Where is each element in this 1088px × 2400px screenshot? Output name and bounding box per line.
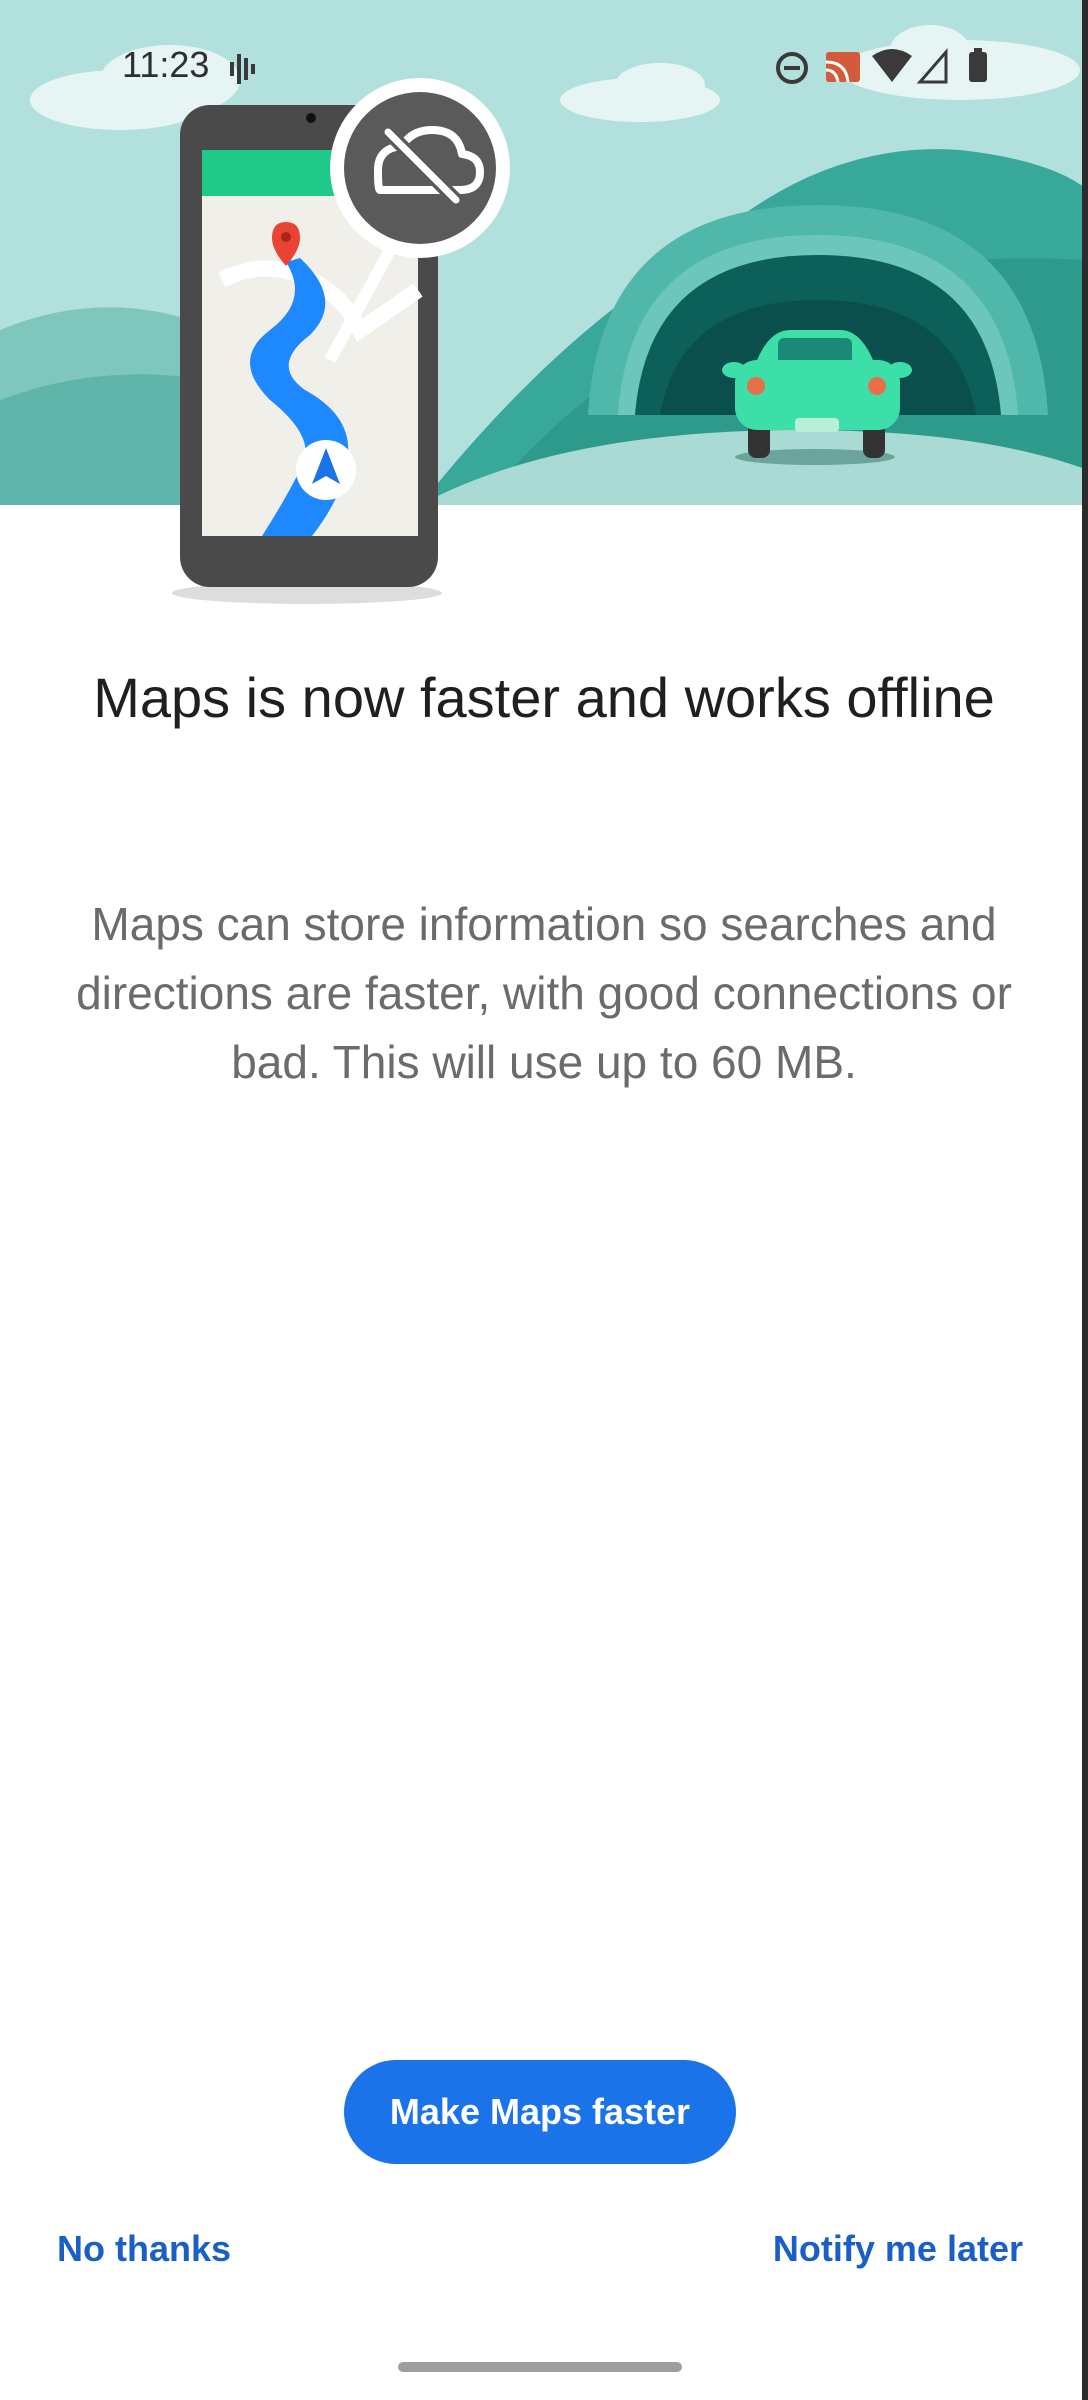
battery-icon [969, 48, 987, 82]
no-thanks-button[interactable]: No thanks [57, 2228, 231, 2270]
gesture-nav-handle[interactable] [398, 2362, 682, 2372]
make-maps-faster-button[interactable]: Make Maps faster [344, 2060, 736, 2164]
description-text: Maps can store information so searches a… [76, 898, 1012, 1088]
wifi-icon [872, 49, 912, 82]
cast-icon [825, 52, 860, 83]
notify-me-later-button[interactable]: Notify me later [773, 2228, 1023, 2270]
navigation-arrow-icon [296, 440, 356, 500]
do-not-disturb-icon [776, 52, 808, 84]
status-icons [230, 47, 987, 84]
sound-wave-icon [230, 54, 255, 84]
screen-edge [1082, 0, 1088, 2400]
cell-signal-icon [916, 47, 948, 84]
status-bar: 11:23 [0, 0, 1088, 130]
page-title: Maps is now faster and works offline [93, 666, 995, 729]
